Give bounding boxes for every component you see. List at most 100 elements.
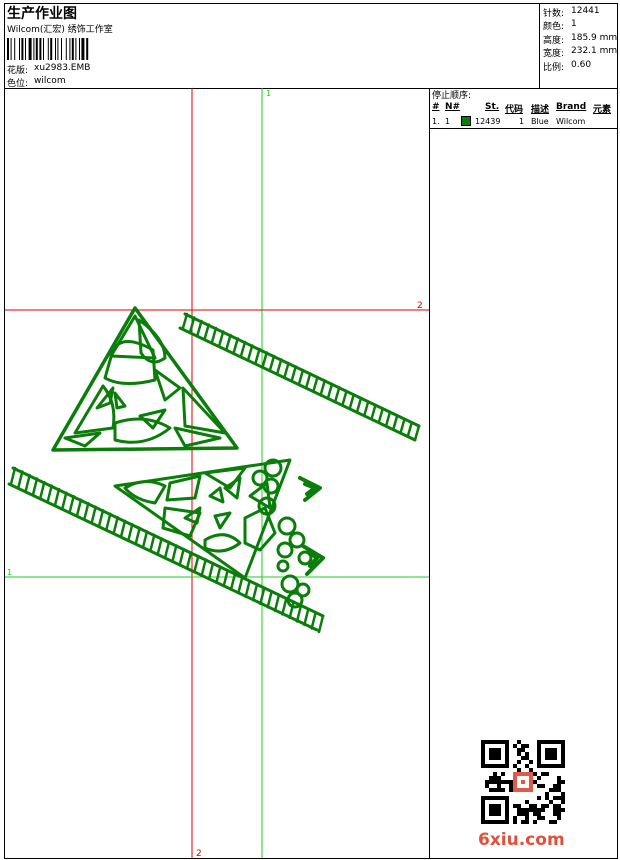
ladder-rung — [283, 361, 290, 379]
ladder-rung — [341, 389, 348, 407]
ladder-rung — [392, 414, 399, 431]
ladder-rung — [312, 375, 319, 393]
stat-scale-label: 比例: — [543, 63, 565, 73]
ladder-rung — [127, 523, 134, 542]
stop-sequence-heading: 停止顺序: — [432, 91, 472, 101]
ladder-rung — [75, 498, 83, 517]
ladder-rung — [17, 470, 24, 489]
page-title: 生产作业图 — [7, 6, 77, 22]
design-value: xu2983.EMB — [34, 63, 91, 73]
ladder-rung — [232, 337, 239, 354]
v-green-label: 1 — [266, 89, 271, 98]
col-description: 描述 — [531, 105, 550, 115]
ladder-rung — [290, 365, 297, 382]
ladder-rung — [222, 568, 229, 588]
col-element: 元素 — [593, 105, 612, 115]
col-index: # — [432, 102, 440, 112]
ladder-rung — [273, 593, 281, 613]
ladder-rung — [363, 400, 370, 417]
ladder-rung — [239, 340, 247, 358]
ladder-rung — [237, 575, 244, 595]
ladder-rung — [83, 501, 90, 521]
ladder-rung — [196, 319, 203, 337]
ladder-rung — [97, 509, 105, 528]
ladder-rung — [9, 466, 17, 486]
h-red-label: 2 — [417, 301, 423, 311]
ladder-rung — [406, 421, 413, 438]
ladder-rung — [200, 558, 207, 577]
ladder-rung — [181, 312, 189, 330]
ladder-rung — [297, 368, 305, 386]
col-stitches: St. — [485, 102, 500, 112]
ladder-rung — [276, 358, 283, 375]
ladder-rung — [384, 410, 392, 428]
ladder-rung — [112, 516, 119, 535]
ladder-rung — [244, 579, 251, 599]
ladder-rung — [210, 326, 218, 344]
stat-colors-label: 颜色: — [543, 22, 565, 32]
ladder-rung — [377, 407, 384, 424]
ladder-rung — [413, 424, 421, 442]
ladder-rung — [303, 607, 310, 627]
lower-triangle-motif — [113, 458, 292, 580]
row-needle: 1 — [445, 117, 451, 126]
ladder-rung — [370, 403, 377, 421]
ladder-rung — [68, 494, 75, 514]
ladder-rung — [39, 480, 46, 500]
ladder-rung — [141, 530, 149, 549]
ladder-rung — [305, 372, 312, 389]
embroidery-preview: 1 2 2 1 — [5, 88, 429, 858]
ladder-rung — [218, 330, 225, 347]
h-green-label: 1 — [7, 568, 12, 577]
ladder-rung — [268, 354, 276, 372]
ladder-rung — [326, 382, 334, 400]
ladder-rung — [53, 487, 61, 507]
ladder-rung — [399, 417, 406, 435]
watermark-logo: 6xiu.com — [478, 830, 565, 850]
embroidery-design — [7, 306, 421, 634]
ladder-rung — [90, 505, 97, 525]
page-subtitle: Wilcom(汇宏) 绣饰工作室 — [7, 25, 113, 35]
ladder-rung — [215, 565, 222, 584]
ladder-rung — [24, 473, 31, 493]
ladder-rung — [105, 512, 112, 532]
row-description: Blue — [531, 117, 549, 126]
col-brand: Brand — [556, 102, 587, 112]
ladder-rung — [31, 477, 39, 496]
ladder-rung — [163, 540, 171, 560]
ladder-rung — [156, 537, 163, 556]
colorway-value: wilcom — [34, 76, 66, 86]
stat-width-value: 232.1 mm — [571, 46, 618, 56]
ladder-rung — [149, 533, 156, 553]
ladder-rung — [355, 396, 363, 414]
stat-stitches-value: 12441 — [571, 6, 600, 16]
ladder-rung — [61, 491, 68, 510]
ladder-rung — [134, 526, 141, 546]
ladder-rung — [193, 554, 200, 574]
ladder-rung — [229, 572, 237, 591]
v-red-label: 2 — [196, 849, 202, 858]
row-index: 1. — [432, 117, 440, 126]
stat-colors-value: 1 — [571, 19, 577, 29]
ladder-rung — [178, 547, 185, 567]
row-brand: Wilcom — [556, 117, 586, 126]
stat-scale-value: 0.60 — [571, 60, 592, 70]
stat-height-value: 185.9 mm — [571, 33, 618, 43]
ladder-rung — [261, 351, 268, 368]
ladder-rung — [334, 386, 341, 403]
ladder-rung — [348, 393, 355, 410]
barcode — [7, 38, 89, 60]
row-stitches: 12439 — [475, 117, 501, 126]
ladder-rung — [251, 583, 259, 602]
ladder-rung — [247, 344, 254, 361]
col-code: 代码 — [505, 105, 524, 115]
ladder-rung — [185, 551, 193, 570]
qr-code-icon — [481, 740, 565, 824]
ladder-rung — [310, 611, 317, 630]
ladder-rung — [119, 519, 127, 539]
upper-triangle-motif — [51, 306, 239, 452]
stat-height-label: 高度: — [543, 36, 565, 46]
ladder-rung — [266, 590, 273, 609]
col-needle: N# — [445, 102, 461, 112]
ladder-rung — [203, 323, 210, 340]
